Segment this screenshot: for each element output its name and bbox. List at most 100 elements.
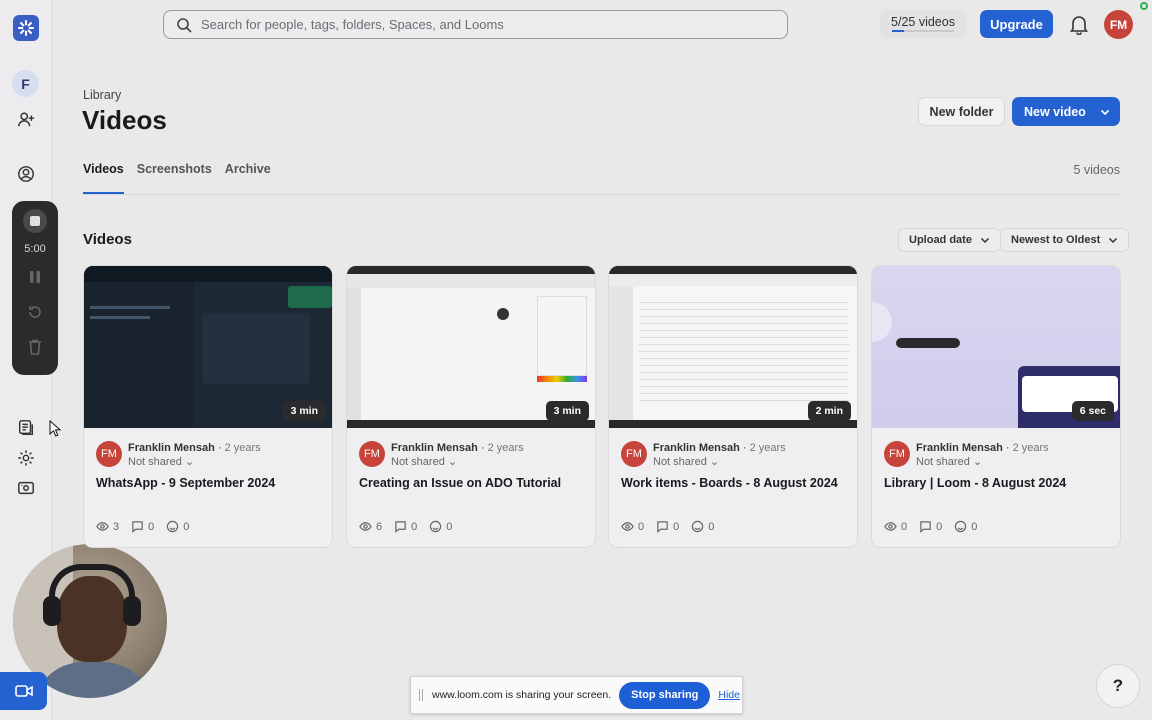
drag-handle-icon[interactable] — [419, 689, 423, 701]
smiley-icon — [955, 520, 967, 533]
eye-icon — [884, 522, 897, 531]
help-button[interactable]: ? — [1096, 664, 1140, 708]
breadcrumb[interactable]: Library — [83, 88, 121, 102]
smiley-icon — [167, 520, 179, 533]
video-stats: 6 0 0 — [359, 520, 464, 533]
avatar[interactable]: FM — [96, 441, 122, 467]
library-icon[interactable] — [16, 418, 36, 438]
video-title[interactable]: Library | Loom - 8 August 2024 — [884, 476, 1066, 490]
notifications-bell-icon[interactable] — [1068, 13, 1090, 35]
restart-button[interactable] — [25, 302, 45, 322]
video-title[interactable]: WhatsApp - 9 September 2024 — [96, 476, 275, 490]
new-folder-button[interactable]: New folder — [918, 97, 1005, 126]
avatar[interactable]: FM — [621, 441, 647, 467]
avatar[interactable]: FM — [359, 441, 385, 467]
video-quota-fill — [892, 30, 905, 32]
screen-share-banner: www.loom.com is sharing your screen. Sto… — [410, 676, 743, 714]
views-count: 0 — [884, 520, 907, 533]
profile-icon[interactable] — [16, 164, 36, 184]
tab-archive[interactable]: Archive — [225, 162, 271, 194]
video-card[interactable]: 6 sec FM Franklin Mensah · 2 years Not s… — [871, 265, 1121, 548]
reactions-count: 0 — [691, 520, 714, 533]
pause-icon — [30, 271, 40, 283]
video-duration-badge: 3 min — [282, 401, 326, 421]
settings-icon[interactable] — [16, 448, 36, 468]
chevron-down-icon: ⌄ — [447, 456, 458, 468]
video-thumbnail[interactable]: 3 min — [347, 266, 595, 428]
tab-videos[interactable]: Videos — [83, 162, 124, 194]
hide-banner-link[interactable]: Hide — [718, 689, 740, 701]
chevron-down-icon — [1109, 237, 1118, 244]
sharing-status-dropdown[interactable]: Not shared ⌄ — [653, 455, 719, 468]
user-avatar[interactable]: FM — [1104, 10, 1133, 39]
loom-logo-icon[interactable] — [13, 15, 39, 41]
new-video-button[interactable]: New video — [1012, 97, 1120, 126]
chevron-down-icon: ⌄ — [709, 456, 720, 468]
comments-count: 0 — [394, 520, 417, 533]
search-icon — [177, 17, 192, 33]
video-title[interactable]: Work items - Boards - 8 August 2024 — [621, 476, 838, 490]
sort-field-dropdown[interactable]: Upload date — [898, 228, 1001, 252]
video-quota-bar — [892, 30, 954, 32]
video-card[interactable]: 3 min FM Franklin Mensah · 2 years Not s… — [346, 265, 596, 548]
comment-icon — [132, 521, 143, 533]
smiley-icon — [692, 520, 704, 533]
chevron-down-icon: ⌄ — [972, 456, 983, 468]
delete-recording-button[interactable] — [25, 337, 45, 357]
online-status-dot — [1140, 2, 1148, 10]
reactions-count: 0 — [954, 520, 977, 533]
sharing-status-dropdown[interactable]: Not shared ⌄ — [391, 455, 457, 468]
recording-controls: 5:00 — [12, 201, 58, 375]
video-owner: Franklin Mensah · 2 years — [916, 442, 1049, 454]
video-stats: 3 0 0 — [96, 520, 201, 533]
upgrade-button[interactable]: Upgrade — [980, 10, 1053, 38]
add-user-icon[interactable] — [16, 110, 36, 130]
tabs-divider — [83, 194, 1120, 195]
stop-sharing-button[interactable]: Stop sharing — [619, 681, 711, 709]
eye-icon — [359, 522, 372, 531]
share-banner-text: www.loom.com is sharing your screen. — [432, 689, 612, 701]
avatar[interactable]: FM — [884, 441, 910, 467]
video-title[interactable]: Creating an Issue on ADO Tutorial — [359, 476, 561, 490]
video-card[interactable]: 2 min FM Franklin Mensah · 2 years Not s… — [608, 265, 858, 548]
reactions-count: 0 — [166, 520, 189, 533]
video-owner: Franklin Mensah · 2 years — [128, 442, 261, 454]
chevron-down-icon — [980, 237, 989, 244]
views-count: 0 — [621, 520, 644, 533]
video-thumbnail[interactable]: 6 sec — [872, 266, 1120, 428]
comments-count: 0 — [131, 520, 154, 533]
search-input[interactable] — [201, 17, 761, 32]
video-quota-indicator[interactable]: 5/25 videos — [880, 10, 966, 38]
sharing-status-dropdown[interactable]: Not shared ⌄ — [916, 455, 982, 468]
reactions-count: 0 — [429, 520, 452, 533]
chevron-down-icon: ⌄ — [184, 456, 195, 468]
video-thumbnail[interactable]: 3 min — [84, 266, 332, 428]
page-title: Videos — [82, 105, 167, 135]
video-stats: 0 0 0 — [884, 520, 989, 533]
sort-order-dropdown[interactable]: Newest to Oldest — [1000, 228, 1130, 252]
views-count: 6 — [359, 520, 382, 533]
camera-toggle-button[interactable] — [0, 672, 47, 710]
search-bar[interactable] — [163, 10, 788, 39]
new-video-label: New video — [1024, 104, 1086, 119]
sharing-status-dropdown[interactable]: Not shared ⌄ — [128, 455, 194, 468]
video-card[interactable]: 3 min FM Franklin Mensah · 2 years Not s… — [83, 265, 333, 548]
stop-icon — [30, 216, 40, 226]
video-duration-badge: 2 min — [807, 401, 851, 421]
pause-button[interactable] — [25, 267, 45, 287]
video-thumbnail[interactable]: 2 min — [609, 266, 857, 428]
stop-recording-button[interactable] — [23, 209, 47, 233]
comment-icon — [920, 521, 931, 533]
camera-icon — [14, 685, 33, 697]
section-title: Videos — [83, 231, 132, 248]
eye-icon — [621, 522, 634, 531]
views-count: 3 — [96, 520, 119, 533]
workspace-avatar[interactable]: F — [12, 70, 39, 97]
video-stats: 0 0 0 — [621, 520, 726, 533]
mouse-cursor-icon — [49, 420, 61, 437]
record-screen-icon[interactable] — [16, 478, 36, 498]
video-duration-badge: 3 min — [545, 401, 589, 421]
recording-timer: 5:00 — [24, 243, 46, 255]
comments-count: 0 — [656, 520, 679, 533]
tab-screenshots[interactable]: Screenshots — [137, 162, 212, 194]
